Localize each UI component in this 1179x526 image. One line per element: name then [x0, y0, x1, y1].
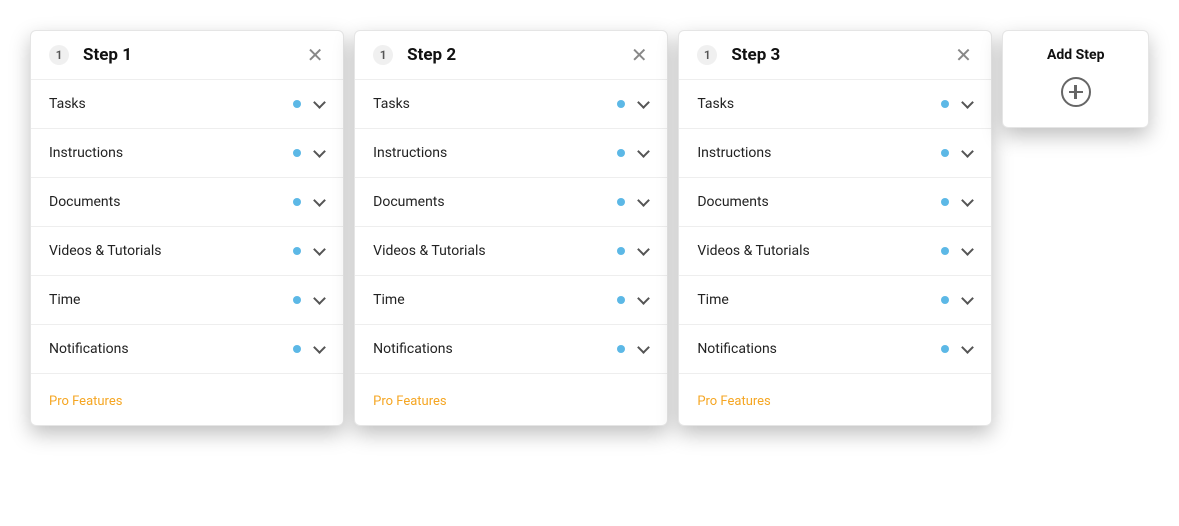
- step-header: 1 Step 2 ✕: [355, 31, 667, 80]
- row-label: Documents: [697, 194, 941, 210]
- status-dot-icon: [941, 296, 949, 304]
- row-label: Notifications: [697, 341, 941, 357]
- chevron-down-icon: [313, 345, 325, 353]
- status-dot-icon: [293, 100, 301, 108]
- add-step-label: Add Step: [1047, 47, 1104, 63]
- step-number-badge: 1: [697, 45, 717, 65]
- pro-features-link[interactable]: Pro Features: [697, 394, 770, 409]
- section-row-notifications[interactable]: Notifications: [355, 325, 667, 374]
- row-label: Instructions: [373, 145, 617, 161]
- row-label: Documents: [373, 194, 617, 210]
- close-icon[interactable]: ✕: [953, 45, 973, 65]
- section-row-documents[interactable]: Documents: [355, 178, 667, 227]
- section-row-videos[interactable]: Videos & Tutorials: [31, 227, 343, 276]
- row-label: Videos & Tutorials: [373, 243, 617, 259]
- status-dot-icon: [293, 345, 301, 353]
- step-card-1: 1 Step 1 ✕ Tasks Instructions Documents …: [30, 30, 344, 426]
- chevron-down-icon: [637, 100, 649, 108]
- section-row-time[interactable]: Time: [355, 276, 667, 325]
- step-card-2: 1 Step 2 ✕ Tasks Instructions Documents …: [354, 30, 668, 426]
- status-dot-icon: [617, 247, 625, 255]
- row-label: Time: [49, 292, 293, 308]
- status-dot-icon: [617, 345, 625, 353]
- plus-icon: [1061, 77, 1091, 107]
- row-label: Time: [697, 292, 941, 308]
- step-title: Step 2: [407, 45, 629, 65]
- chevron-down-icon: [637, 149, 649, 157]
- chevron-down-icon: [961, 100, 973, 108]
- status-dot-icon: [617, 149, 625, 157]
- pro-features-link[interactable]: Pro Features: [49, 394, 122, 409]
- chevron-down-icon: [313, 247, 325, 255]
- close-icon[interactable]: ✕: [629, 45, 649, 65]
- row-label: Videos & Tutorials: [697, 243, 941, 259]
- chevron-down-icon: [961, 345, 973, 353]
- section-row-tasks[interactable]: Tasks: [355, 80, 667, 129]
- close-icon[interactable]: ✕: [305, 45, 325, 65]
- section-row-notifications[interactable]: Notifications: [679, 325, 991, 374]
- step-title: Step 3: [731, 45, 953, 65]
- pro-features-row: Pro Features: [679, 374, 991, 425]
- chevron-down-icon: [637, 345, 649, 353]
- row-label: Tasks: [373, 96, 617, 112]
- row-label: Notifications: [49, 341, 293, 357]
- section-row-instructions[interactable]: Instructions: [679, 129, 991, 178]
- chevron-down-icon: [637, 296, 649, 304]
- step-header: 1 Step 1 ✕: [31, 31, 343, 80]
- status-dot-icon: [941, 247, 949, 255]
- status-dot-icon: [941, 198, 949, 206]
- section-row-tasks[interactable]: Tasks: [679, 80, 991, 129]
- chevron-down-icon: [961, 149, 973, 157]
- chevron-down-icon: [313, 198, 325, 206]
- status-dot-icon: [941, 100, 949, 108]
- section-row-notifications[interactable]: Notifications: [31, 325, 343, 374]
- section-row-documents[interactable]: Documents: [679, 178, 991, 227]
- pro-features-row: Pro Features: [355, 374, 667, 425]
- step-number-badge: 1: [373, 45, 393, 65]
- row-label: Tasks: [697, 96, 941, 112]
- step-number-badge: 1: [49, 45, 69, 65]
- chevron-down-icon: [313, 149, 325, 157]
- status-dot-icon: [617, 296, 625, 304]
- step-header: 1 Step 3 ✕: [679, 31, 991, 80]
- status-dot-icon: [941, 149, 949, 157]
- chevron-down-icon: [961, 198, 973, 206]
- section-row-instructions[interactable]: Instructions: [355, 129, 667, 178]
- section-row-videos[interactable]: Videos & Tutorials: [679, 227, 991, 276]
- pro-features-row: Pro Features: [31, 374, 343, 425]
- chevron-down-icon: [961, 296, 973, 304]
- section-row-tasks[interactable]: Tasks: [31, 80, 343, 129]
- chevron-down-icon: [961, 247, 973, 255]
- status-dot-icon: [293, 247, 301, 255]
- section-row-time[interactable]: Time: [679, 276, 991, 325]
- status-dot-icon: [617, 100, 625, 108]
- row-label: Notifications: [373, 341, 617, 357]
- step-title: Step 1: [83, 45, 305, 65]
- section-row-instructions[interactable]: Instructions: [31, 129, 343, 178]
- steps-container: 1 Step 1 ✕ Tasks Instructions Documents …: [30, 30, 1149, 426]
- section-row-videos[interactable]: Videos & Tutorials: [355, 227, 667, 276]
- chevron-down-icon: [637, 198, 649, 206]
- status-dot-icon: [617, 198, 625, 206]
- row-label: Videos & Tutorials: [49, 243, 293, 259]
- status-dot-icon: [293, 198, 301, 206]
- chevron-down-icon: [637, 247, 649, 255]
- row-label: Tasks: [49, 96, 293, 112]
- status-dot-icon: [941, 345, 949, 353]
- row-label: Documents: [49, 194, 293, 210]
- row-label: Instructions: [697, 145, 941, 161]
- pro-features-link[interactable]: Pro Features: [373, 394, 446, 409]
- status-dot-icon: [293, 296, 301, 304]
- chevron-down-icon: [313, 296, 325, 304]
- status-dot-icon: [293, 149, 301, 157]
- section-row-time[interactable]: Time: [31, 276, 343, 325]
- section-row-documents[interactable]: Documents: [31, 178, 343, 227]
- step-card-3: 1 Step 3 ✕ Tasks Instructions Documents …: [678, 30, 992, 426]
- row-label: Instructions: [49, 145, 293, 161]
- chevron-down-icon: [313, 100, 325, 108]
- row-label: Time: [373, 292, 617, 308]
- add-step-button[interactable]: Add Step: [1002, 30, 1149, 128]
